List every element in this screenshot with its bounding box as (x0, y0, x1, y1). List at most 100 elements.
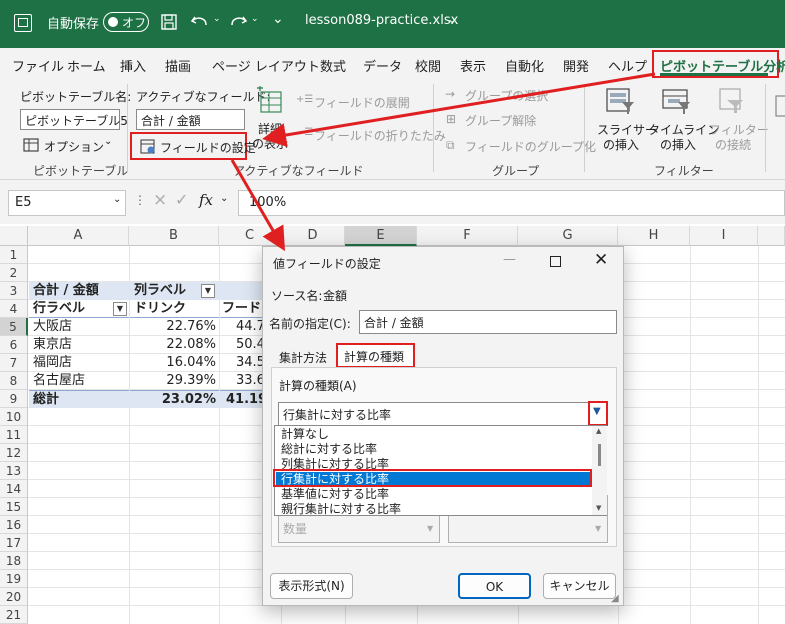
column-header-d[interactable]: D (281, 226, 345, 246)
qat-more-icon[interactable]: ⌄ (272, 11, 284, 27)
column-header-c[interactable]: C (219, 226, 281, 246)
filename-chevron-icon[interactable]: ⌄ (447, 12, 457, 26)
formula-input[interactable]: 100% (238, 190, 785, 216)
pivot-row-name[interactable]: 東京店 (29, 336, 129, 354)
row-header[interactable]: 12 (0, 444, 28, 462)
options-dropdown-icon[interactable]: ⌄ (104, 136, 112, 147)
collapse-field-button[interactable]: フィールドの折りたたみ (314, 127, 446, 144)
custom-name-input[interactable]: 合計 / 金額 (359, 310, 617, 334)
row-header[interactable]: 6 (0, 336, 28, 354)
column-header-b[interactable]: B (129, 226, 219, 246)
insert-slicer-button-line2[interactable]: の挿入 (603, 136, 639, 153)
options-button[interactable]: オプション (44, 138, 104, 155)
file-name[interactable]: lesson089-practice.xlsx (305, 13, 458, 28)
function-dropdown-icon[interactable]: ⌄ (220, 193, 228, 204)
tab-insert[interactable]: 挿入 (120, 56, 146, 75)
undo-dropdown-icon[interactable]: ⌄ (213, 14, 221, 24)
tab-developer[interactable]: 開発 (563, 56, 589, 75)
pivot-cell-drink[interactable]: 29.39% (130, 372, 216, 390)
redo-icon[interactable] (228, 13, 248, 31)
row-labels-filter-button[interactable]: ▼ (113, 302, 127, 316)
tab-file[interactable]: ファイル (12, 56, 64, 75)
tab-help[interactable]: ヘルプ (608, 56, 647, 75)
pivot-name-input[interactable]: ピボットテーブル5 (20, 109, 128, 130)
tab-view[interactable]: 表示 (460, 56, 486, 75)
group-field-button[interactable]: フィールドのグループ化 (465, 138, 596, 155)
row-header[interactable]: 20 (0, 588, 28, 606)
number-format-button[interactable]: 表示形式(N) (270, 573, 353, 599)
resize-grip-icon[interactable]: ◢ (611, 593, 619, 604)
tab-summarize-by[interactable]: 集計方法 (279, 349, 327, 366)
tab-automate[interactable]: 自動化 (505, 56, 544, 75)
calc-type-select[interactable]: 行集計に対する比率 (278, 402, 608, 426)
tab-pivottable-analyze[interactable]: ピボットテーブル分析 (652, 50, 785, 78)
column-header-i[interactable]: I (690, 226, 758, 246)
insert-timeline-button-line2[interactable]: の挿入 (660, 136, 696, 153)
tab-page-layout[interactable]: ページ レイアウト (212, 56, 320, 75)
pivot-row-name[interactable]: 大阪店 (29, 318, 129, 336)
tab-formulas[interactable]: 数式 (320, 56, 346, 75)
row-header[interactable]: 9 (0, 390, 28, 408)
pivot-value-header[interactable]: 合計 / 金額 (29, 282, 129, 300)
select-all-corner[interactable] (0, 226, 28, 246)
tab-data[interactable]: データ (363, 56, 402, 75)
row-header[interactable]: 2 (0, 264, 28, 282)
field-settings-button[interactable]: フィールドの設定 (130, 132, 256, 160)
close-icon[interactable]: ✕ (594, 250, 608, 270)
dropdown-scrollbar[interactable]: ▲ ▼ (592, 426, 607, 515)
name-box-dropdown-icon[interactable]: ⌄ (113, 194, 121, 205)
autosave-toggle[interactable]: オフ (103, 12, 149, 32)
insert-function-icon[interactable]: fx (199, 191, 213, 209)
formula-bar-more-icon[interactable]: ⋮ (134, 193, 146, 207)
calc-option[interactable]: 親行集計に対する比率 (281, 502, 401, 517)
tab-show-values-as[interactable]: 計算の種類 (336, 343, 415, 368)
minimize-icon[interactable]: — (503, 252, 516, 267)
pivot-cell-drink[interactable]: 22.08% (130, 336, 216, 354)
row-header[interactable]: 11 (0, 426, 28, 444)
row-header[interactable]: 8 (0, 372, 28, 390)
row-header[interactable]: 17 (0, 534, 28, 552)
group-select-button[interactable]: グループの選択 (465, 87, 548, 104)
row-header[interactable]: 18 (0, 552, 28, 570)
active-field-input[interactable]: 合計 / 金額 (136, 109, 245, 130)
row-header[interactable]: 19 (0, 570, 28, 588)
column-header-h[interactable]: H (618, 226, 690, 246)
expand-field-button[interactable]: フィールドの展開 (314, 94, 410, 111)
row-header[interactable]: 1 (0, 246, 28, 264)
ok-button[interactable]: OK (458, 573, 531, 599)
pivot-cell-drink[interactable]: 22.76% (130, 318, 216, 336)
row-header[interactable]: 7 (0, 354, 28, 372)
row-header[interactable]: 21 (0, 606, 28, 624)
confirm-entry-icon[interactable]: ✓ (175, 190, 188, 209)
row-header[interactable]: 16 (0, 516, 28, 534)
column-header-e[interactable]: E (345, 226, 417, 246)
cancel-button[interactable]: キャンセル (543, 573, 616, 599)
column-header-a[interactable]: A (28, 226, 129, 246)
save-icon[interactable] (160, 13, 178, 31)
pivot-total-drink[interactable]: 23.02% (130, 390, 219, 408)
maximize-icon[interactable] (550, 256, 561, 267)
name-box[interactable]: E5 (8, 190, 126, 216)
ungroup-button[interactable]: グループ解除 (465, 112, 536, 129)
row-header[interactable]: 15 (0, 498, 28, 516)
calc-option[interactable]: 計算なし (281, 427, 329, 442)
redo-dropdown-icon[interactable]: ⌄ (251, 14, 259, 24)
row-header[interactable]: 5 (0, 318, 28, 336)
column-header-f[interactable]: F (417, 226, 518, 246)
row-header[interactable]: 3 (0, 282, 28, 300)
show-detail-button-line2[interactable]: の表示 (252, 135, 288, 152)
column-labels-filter-button[interactable]: ▼ (201, 284, 215, 298)
calc-option[interactable]: 総計に対する比率 (281, 442, 377, 457)
row-header[interactable]: 10 (0, 408, 28, 426)
filter-connection-button-line2[interactable]: の接続 (715, 136, 751, 153)
calc-option[interactable]: 基準値に対する比率 (281, 487, 389, 502)
undo-icon[interactable] (190, 13, 210, 31)
column-header-j[interactable] (758, 226, 785, 246)
tab-review[interactable]: 校閲 (415, 56, 441, 75)
cancel-entry-icon[interactable]: × (153, 190, 167, 210)
pivot-cell-drink[interactable]: 16.04% (130, 354, 216, 372)
pivot-row-name[interactable]: 福岡店 (29, 354, 129, 372)
pivot-col-header-drink[interactable]: ドリンク (130, 300, 219, 318)
row-header[interactable]: 4 (0, 300, 28, 318)
pivot-total-label[interactable]: 総計 (29, 390, 129, 408)
